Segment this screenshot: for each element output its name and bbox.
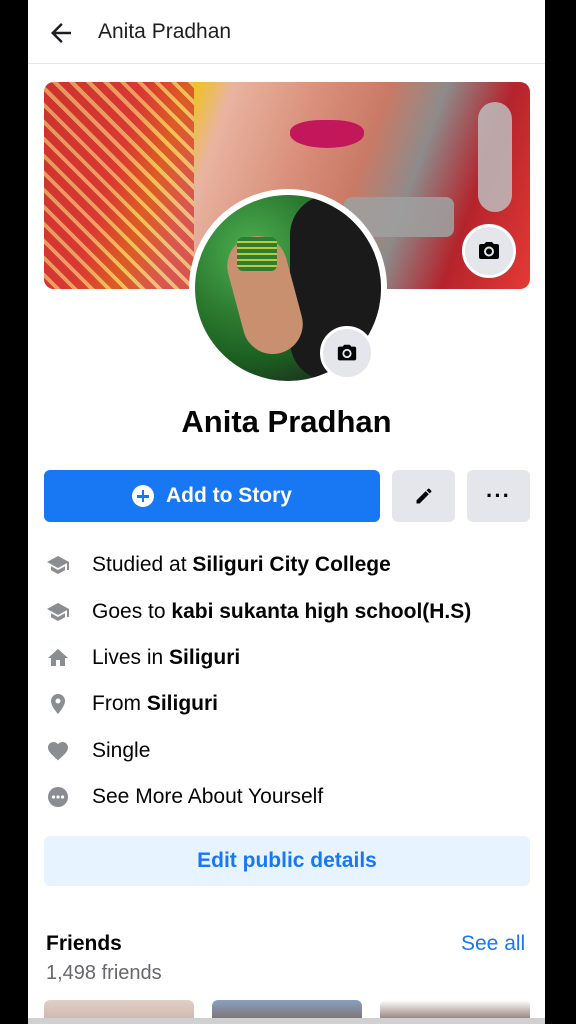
- heart-icon: [44, 737, 72, 765]
- edit-cover-camera-icon[interactable]: [462, 224, 516, 278]
- detail-value: kabi sukanta high school(H.S): [171, 599, 472, 623]
- avatar-detail: [237, 237, 277, 271]
- detail-row-school: Goes to kabi sukanta high school(H.S): [44, 588, 530, 634]
- edit-avatar-camera-icon[interactable]: [320, 326, 374, 380]
- ellipsis-circle-icon: [44, 783, 72, 811]
- edit-profile-button[interactable]: [392, 470, 455, 522]
- detail-value: Siliguri City College: [192, 553, 391, 577]
- bottom-edge: [28, 1018, 545, 1024]
- detail-prefix: Studied at: [92, 553, 193, 577]
- detail-value: Siliguri: [146, 692, 219, 716]
- profile-screen: Anita Pradhan Anita Pradhan Add to Story…: [28, 0, 545, 1024]
- detail-row-from: From Siliguri: [44, 681, 530, 727]
- location-pin-icon: [44, 690, 72, 718]
- page-title: Anita Pradhan: [98, 20, 232, 43]
- add-to-story-label: Add to Story: [166, 484, 292, 507]
- friends-count: 1,498 friends: [46, 962, 162, 984]
- home-icon: [44, 644, 72, 672]
- graduation-cap-icon: [44, 551, 72, 579]
- plus-circle-icon: [132, 485, 154, 507]
- cover-detail: [290, 120, 364, 148]
- add-to-story-button[interactable]: Add to Story: [44, 470, 380, 522]
- pencil-icon: [416, 488, 431, 504]
- more-dots-icon: ···: [486, 483, 511, 508]
- detail-prefix: See More About Yourself: [92, 785, 324, 809]
- detail-prefix: Lives in: [92, 645, 170, 669]
- more-options-button[interactable]: ···: [467, 470, 530, 522]
- detail-prefix: Goes to: [92, 599, 172, 623]
- see-all-friends-link[interactable]: See all: [461, 932, 525, 956]
- detail-prefix: From: [92, 692, 147, 716]
- cover-detail: [478, 102, 512, 212]
- detail-row-relationship: Single: [44, 728, 530, 774]
- cover-pattern: [44, 82, 194, 289]
- edit-public-details-button[interactable]: Edit public details: [44, 836, 530, 886]
- detail-row-education: Studied at Siliguri City College: [44, 542, 530, 588]
- friends-title: Friends: [46, 932, 122, 955]
- see-more-about-yourself[interactable]: See More About Yourself: [44, 774, 530, 820]
- profile-name: Anita Pradhan: [181, 404, 392, 439]
- top-bar: Anita Pradhan: [28, 0, 545, 64]
- graduation-cap-icon: [44, 598, 72, 626]
- detail-row-lives-in: Lives in Siliguri: [44, 635, 530, 681]
- back-arrow-icon[interactable]: [46, 18, 76, 48]
- profile-details-list: Studied at Siliguri City College Goes to…: [44, 542, 530, 820]
- detail-value: Siliguri: [169, 645, 241, 669]
- detail-prefix: Single: [92, 738, 151, 762]
